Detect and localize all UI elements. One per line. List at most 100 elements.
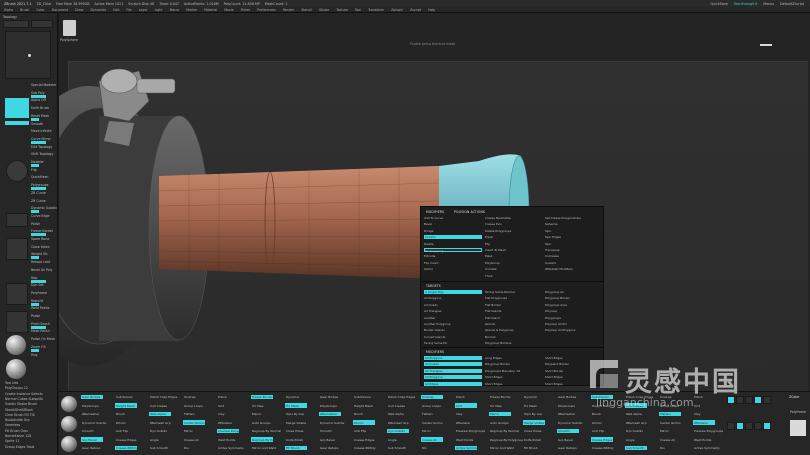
palette-button[interactable]: ZColor: [116, 421, 126, 425]
palette-button[interactable]: PolyGroups: [320, 404, 337, 408]
left-tray-slider[interactable]: [31, 302, 39, 306]
context-menu-item[interactable]: Extrude: [424, 254, 435, 258]
palette-button[interactable]: Gear Retopo: [320, 446, 339, 450]
menu-zplugin[interactable]: Zplugin: [391, 8, 403, 12]
context-menu-item[interactable]: Polygroup All: [545, 290, 564, 294]
menu-file[interactable]: File: [126, 8, 131, 12]
palette-icon-tile[interactable]: [763, 422, 771, 430]
menu-render[interactable]: Render: [283, 8, 294, 12]
context-menu-item[interactable]: Bevel: [424, 222, 432, 226]
left-tray-item[interactable]: Dyn Set: [31, 283, 44, 287]
palette-button[interactable]: Weld Points: [218, 438, 235, 442]
palette-button[interactable]: Topo By Grp: [286, 412, 304, 416]
palette-button[interactable]: Crease ZRPoly: [592, 446, 614, 450]
palette-button[interactable]: Dynamic: [524, 395, 537, 399]
palette-button[interactable]: Fill Brush: [286, 446, 300, 450]
context-menu-item[interactable]: Flat Border: [485, 303, 501, 307]
palette-button[interactable]: Wall Alpha: [626, 412, 642, 416]
palette-button[interactable]: Anti Flip: [116, 429, 128, 433]
context-menu-item[interactable]: Another Polygroup: [424, 322, 451, 326]
left-tray-item[interactable]: Special Modeler: [31, 83, 56, 87]
left-tray-bottom-item[interactable]: Group Edges Tools: [5, 445, 34, 449]
palette-button[interactable]: Center Gizmo: [184, 421, 205, 425]
menu-preferences[interactable]: Preferences: [257, 8, 276, 12]
menu-draw[interactable]: Draw: [75, 8, 83, 12]
menu-material[interactable]: Material: [204, 8, 217, 12]
context-menu-item[interactable]: Flip: [485, 242, 490, 246]
palette-button[interactable]: Div: [184, 446, 189, 450]
left-tray-item[interactable]: Retopo Leaf: [31, 260, 50, 264]
palette-button[interactable]: Height Mesh: [116, 404, 135, 408]
left-tray-item[interactable]: Edit Topology: [31, 145, 52, 149]
menu-brush[interactable]: Brush: [20, 8, 29, 12]
context-menu-item[interactable]: All Polygons: [424, 356, 482, 360]
left-tray-item[interactable]: Smooth: [31, 122, 43, 126]
palette-icon-tile[interactable]: [763, 396, 771, 404]
palette-button[interactable]: ZRemesh Grp: [150, 421, 171, 425]
palette-button[interactable]: Anti Flip: [354, 429, 366, 433]
palette-button[interactable]: Center Gizmo: [660, 421, 681, 425]
palette-button[interactable]: Cull Crease: [388, 404, 405, 408]
left-tray-item[interactable]: ZR Curve: [31, 199, 46, 203]
palette-button[interactable]: Polish Crisp Edges: [150, 395, 177, 399]
palette-button[interactable]: Div: [422, 446, 427, 450]
context-menu-item[interactable]: Polygroup Borders: [485, 341, 511, 345]
menu-tool[interactable]: Tool: [355, 8, 361, 12]
menu-zscript[interactable]: Zscript: [410, 8, 421, 12]
left-tray-item[interactable]: Polish On Mesh: [31, 337, 55, 341]
left-tray-bottom-item[interactable]: Create Instance Selects: [5, 392, 43, 396]
palette-button[interactable]: Gear Retopo: [82, 446, 101, 450]
menus-button[interactable]: Menus: [763, 2, 774, 6]
palette-button[interactable]: ZRemesher: [82, 412, 99, 416]
left-tray-item[interactable]: Spare Bone: [31, 237, 49, 241]
context-menu-item[interactable]: Spin: [545, 229, 551, 233]
brush-preview[interactable]: [5, 31, 51, 79]
palette-button[interactable]: Wall Alpha: [388, 412, 404, 416]
palette-button[interactable]: UV Map: [252, 404, 264, 408]
palette-button[interactable]: Regroup By Normal: [490, 429, 519, 433]
left-tray-slider[interactable]: [31, 187, 46, 191]
menu-stroke[interactable]: Stroke: [319, 8, 329, 12]
palette-icon-tile[interactable]: [727, 422, 735, 430]
menu-document[interactable]: Document: [52, 8, 69, 12]
palette-button[interactable]: Smooth: [82, 429, 94, 433]
palette-button[interactable]: Weld Points: [456, 438, 473, 442]
palette-button[interactable]: Brush: [592, 412, 601, 416]
palette-button[interactable]: Center Gizmo: [422, 421, 443, 425]
palette-button[interactable]: Regroup By Polygroup: [252, 438, 285, 442]
palette-button[interactable]: Macro: [252, 412, 261, 416]
default-zscript-button[interactable]: DefaultZScript: [780, 2, 804, 6]
palette-icon-tile[interactable]: [754, 396, 762, 404]
left-tray-item[interactable]: QuickMesh: [31, 175, 48, 179]
typing-field[interactable]: No Snapping: [424, 248, 482, 253]
left-tray-bottom-item[interactable]: Sprite 11: [5, 439, 20, 443]
context-menu-item[interactable]: Polygroup Area: [545, 303, 567, 307]
palette-button[interactable]: Smt: [694, 404, 700, 408]
context-menu-item[interactable]: Crease Pvlo: [485, 222, 502, 226]
menu-macro[interactable]: Macro: [170, 8, 180, 12]
palette-button[interactable]: Grp Bevel: [320, 438, 335, 442]
palette-button[interactable]: Smooth: [558, 429, 570, 433]
palette-button[interactable]: Knife Polish: [524, 438, 541, 442]
material-preview[interactable]: [6, 311, 28, 333]
special-modeler-button[interactable]: [3, 20, 29, 28]
palette-button[interactable]: Active Symmetry: [218, 446, 244, 450]
palette-button[interactable]: ZRemesh Grp: [626, 421, 647, 425]
palette-button[interactable]: Subdivision: [354, 395, 371, 399]
palette-button[interactable]: Mirror And Weld: [252, 446, 276, 450]
material-sphere-2[interactable]: [6, 359, 26, 379]
menu-stencil[interactable]: Stencil: [301, 8, 312, 12]
context-menu-item[interactable]: Thick: [485, 274, 493, 278]
palette-button[interactable]: Dyn.Subdiv: [150, 429, 167, 433]
context-menu-item[interactable]: Spin: [545, 242, 551, 246]
palette-button[interactable]: ZModeler: [218, 421, 232, 425]
palette-button[interactable]: Clay: [218, 412, 225, 416]
palette-button[interactable]: Gear Bodies: [558, 395, 576, 399]
palette-button[interactable]: Clay: [694, 412, 701, 416]
palette-button[interactable]: Mirror: [184, 429, 193, 433]
palette-button[interactable]: Topo By Grp: [524, 412, 542, 416]
palette-button[interactable]: ZRemesher: [558, 412, 575, 416]
menu-marker[interactable]: Marker: [186, 8, 197, 12]
menu-movie[interactable]: Movie: [224, 8, 233, 12]
left-tray-item[interactable]: Shift Topology: [31, 152, 53, 156]
